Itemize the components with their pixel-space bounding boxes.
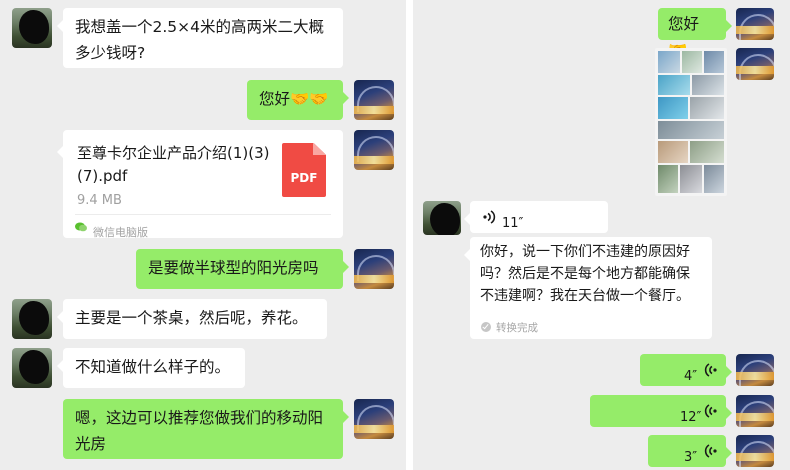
peer-avatar[interactable]	[423, 201, 461, 235]
photo-thumb	[658, 165, 678, 193]
self-avatar[interactable]	[354, 130, 394, 170]
message-bubble[interactable]: 是要做半球型的阳光房吗	[136, 249, 349, 289]
photo-thumb	[658, 141, 688, 163]
wechat-pc-icon	[75, 222, 87, 232]
file-message-card[interactable]: 至尊卡尔企业产品介绍(1)(3)(7).pdf 9.4 MB PDF 微信电脑版	[57, 130, 343, 239]
self-avatar[interactable]	[354, 80, 394, 120]
photo-thumb	[680, 165, 702, 193]
self-avatar[interactable]	[736, 435, 774, 467]
photo-thumb	[704, 165, 724, 193]
transcript-text: 你好，说一下你们不违建的原因好吗？然后是不是每个地方都能确保不违建啊？我在天台做…	[480, 244, 690, 304]
self-avatar[interactable]	[736, 8, 774, 40]
photo-thumb	[658, 75, 690, 95]
panel-divider	[406, 0, 413, 470]
voice-wave-icon	[704, 404, 717, 418]
photo-thumb	[658, 121, 724, 139]
peer-avatar[interactable]	[12, 299, 52, 339]
message-text: 是要做半球型的阳光房吗	[148, 259, 319, 277]
message-bubble[interactable]: 主要是一个茶桌，然后呢，养花。	[57, 299, 327, 339]
voice-message[interactable]: 11″	[464, 201, 608, 233]
check-icon	[481, 322, 491, 332]
message-text: 嗯，这边可以推荐您做我们的移动阳光房	[75, 409, 324, 453]
voice-duration: 11″	[502, 216, 524, 231]
voice-duration: 3″	[684, 450, 698, 465]
file-source-label: 微信电脑版	[93, 226, 148, 239]
message-text: 主要是一个茶桌，然后呢，养花。	[75, 309, 308, 327]
voice-message[interactable]: 12″	[590, 395, 732, 427]
file-name: 至尊卡尔企业产品介绍(1)(3)(7).pdf	[77, 144, 270, 185]
pdf-icon-label: PDF	[290, 171, 318, 185]
voice-duration: 12″	[680, 410, 702, 425]
left-chat-panel: 我想盖一个2.5×4米的高两米二大概多少钱呀? 您好🤝🤝 至尊卡尔企业产品介绍(…	[0, 0, 406, 470]
voice-wave-icon	[483, 210, 496, 224]
self-avatar[interactable]	[736, 48, 774, 80]
photo-thumb	[690, 141, 724, 163]
self-avatar[interactable]	[736, 395, 774, 427]
self-avatar[interactable]	[354, 399, 394, 439]
voice-wave-icon	[704, 444, 717, 458]
self-avatar[interactable]	[354, 249, 394, 289]
voice-message[interactable]: 4″	[640, 354, 732, 386]
message-bubble[interactable]: 您好🤝	[658, 8, 732, 59]
message-bubble[interactable]: 嗯，这边可以推荐您做我们的移动阳光房	[63, 399, 349, 459]
self-avatar[interactable]	[736, 354, 774, 386]
photo-thumb	[682, 51, 702, 73]
voice-duration: 4″	[684, 369, 698, 384]
photo-thumb	[658, 97, 688, 119]
photo-thumb	[692, 75, 724, 95]
message-bubble[interactable]: 不知道做什么样子的。	[57, 348, 245, 388]
pdf-file-icon: PDF	[282, 143, 326, 197]
message-text: 我想盖一个2.5×4米的高两米二大概多少钱呀?	[75, 18, 325, 62]
convert-status: 转换完成	[496, 322, 538, 334]
message-text: 您好🤝🤝	[259, 90, 329, 108]
photo-thumb	[704, 51, 724, 73]
photo-thumb	[658, 51, 680, 73]
message-text: 不知道做什么样子的。	[75, 358, 231, 376]
message-bubble[interactable]: 您好🤝🤝	[247, 80, 349, 120]
peer-avatar[interactable]	[12, 348, 52, 388]
divider	[75, 214, 331, 215]
right-chat-panel: 您好🤝 11″ 你好，说一下你们不违建的原因好吗？然后是不是每个地方都能确保不违…	[413, 0, 790, 470]
file-size: 9.4 MB	[77, 193, 122, 208]
voice-message[interactable]: 3″	[648, 435, 732, 467]
image-message[interactable]	[655, 48, 727, 196]
voice-wave-icon	[704, 363, 717, 377]
message-bubble[interactable]: 我想盖一个2.5×4米的高两米二大概多少钱呀?	[57, 8, 343, 68]
photo-thumb	[690, 97, 724, 119]
peer-avatar[interactable]	[12, 8, 52, 48]
